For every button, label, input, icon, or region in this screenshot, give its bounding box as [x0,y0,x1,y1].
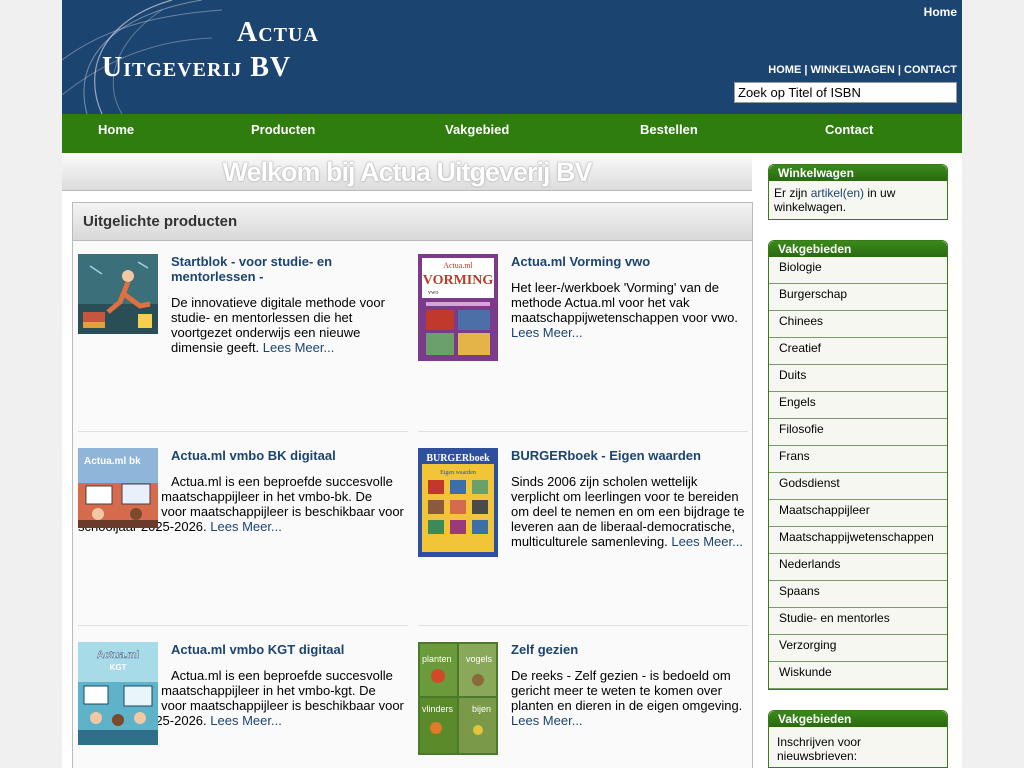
nav-producten[interactable]: Producten [251,122,315,137]
read-more-link[interactable]: Lees Meer... [511,713,583,728]
read-more-link[interactable]: Lees Meer... [511,325,583,340]
welcome-banner: Welkom bij Actua Uitgeverij BV [62,154,752,191]
product-vmbo-kgt: Actua.ml KGT Actua.ml vmbo KGT digitaal … [78,642,408,745]
cover-text: KGT [110,663,127,672]
nav-contact[interactable]: Contact [825,122,873,137]
subjects-title: Vakgebieden [769,241,947,257]
product-title[interactable]: Zelf gezien [511,642,748,657]
subject-item[interactable]: Burgerschap [769,284,947,311]
cover-text: Actua.ml [97,650,139,661]
product-description: Het leer-/werkboek 'Vorming' van de meth… [511,280,738,340]
subject-item[interactable]: Nederlands [769,554,947,581]
product-zelf-gezien: planten vogels vlinders bijen Zelf gezie… [418,642,748,755]
header: Actua Uitgeverij BV Home HOME | WINKELWA… [62,0,962,114]
product-image-vorming[interactable]: Actua.ml VORMING vwo [418,254,498,361]
subject-item[interactable]: Biologie [769,257,947,284]
subject-item[interactable]: Frans [769,446,947,473]
product-title[interactable]: Actua.ml vmbo KGT digitaal [171,642,408,657]
product-image-vmbo-kgt[interactable]: Actua.ml KGT [78,642,158,745]
subject-item[interactable]: Creatief [769,338,947,365]
divider [78,431,408,432]
product-title[interactable]: Actua.ml Vorming vwo [511,254,748,269]
nav-bestellen[interactable]: Bestellen [640,122,698,137]
subject-item[interactable]: Chinees [769,311,947,338]
read-more-link[interactable]: Lees Meer... [210,519,282,534]
subject-item[interactable]: Engels [769,392,947,419]
page-wrapper: Actua Uitgeverij BV Home HOME | WINKELWA… [62,0,962,768]
newsletter-title: Vakgebieden [769,711,947,727]
main-nav: Home Producten Vakgebied Bestellen Conta… [62,114,962,153]
cover-text: vlinders [422,704,454,714]
product-vmbo-bk: Actua.ml bk Actua.ml vmbo BK digitaal Ac… [78,448,408,534]
subject-item[interactable]: Verzorging [769,635,947,662]
product-vorming: Actua.ml VORMING vwo Actua.ml Vorming vw… [418,254,748,361]
product-title[interactable]: BURGERboek - Eigen waarden [511,448,748,463]
cover-text: Actua.ml [443,261,473,270]
featured-heading: Uitgelichte producten [73,203,752,241]
cover-text: vwo [428,290,438,296]
cover-text: BURGERboek [426,453,490,464]
cover-text: vogels [466,654,493,664]
top-link-contact[interactable]: CONTACT [904,64,957,76]
divider [78,625,408,626]
featured-products: Uitgelichte producten Startblok - voor s… [72,202,753,768]
cover-text: Eigen waarden [440,470,476,476]
search-input[interactable] [734,82,957,103]
read-more-link[interactable]: Lees Meer... [671,534,743,549]
subject-item[interactable]: Duits [769,365,947,392]
product-image-burgerboek[interactable]: BURGERboek Eigen waarden [418,448,498,557]
product-description: Sinds 2006 zijn scholen wettelijk verpli… [511,474,745,549]
product-description: De innovatieve digitale methode voor stu… [171,295,385,355]
top-home-link[interactable]: Home [924,5,957,19]
subject-item[interactable]: Godsdienst [769,473,947,500]
main-content: Welkom bij Actua Uitgeverij BV Uitgelich… [62,154,753,768]
product-image-vmbo-bk[interactable]: Actua.ml bk [78,448,158,528]
top-link-home[interactable]: HOME [768,64,801,76]
top-links: HOME | WINKELWAGEN | CONTACT [768,64,957,76]
subjects-box: Vakgebieden Biologie Burgerschap Chinees… [768,240,948,690]
cover-text: Actua.ml bk [84,456,141,467]
logo-line-1[interactable]: Actua [237,17,319,49]
sidebar: Winkelwagen Er zijn artikel(en) in uw wi… [768,164,948,768]
cover-text: bijen [472,704,491,714]
product-description: De reeks - Zelf gezien - is bedoeld om g… [511,668,743,728]
product-image-startblok[interactable] [78,254,158,334]
cart-items-link[interactable]: artikel(en) [811,186,864,200]
nav-home[interactable]: Home [98,122,134,137]
newsletter-box: Vakgebieden Inschrijven voor nieuwsbriev… [768,710,948,768]
cover-text: VORMING [423,273,494,288]
read-more-link[interactable]: Lees Meer... [210,713,282,728]
subject-item[interactable]: Maatschappijwetenschappen [769,527,947,554]
cart-title: Winkelwagen [769,165,947,181]
nav-vakgebied[interactable]: Vakgebied [445,122,509,137]
subject-item[interactable]: Studie- en mentorles [769,608,947,635]
newsletter-text: Inschrijven voor nieuwsbrieven: [777,735,862,763]
subject-item[interactable]: Filosofie [769,419,947,446]
divider [418,625,748,626]
product-title[interactable]: Actua.ml vmbo BK digitaal [171,448,408,463]
welcome-title: Welkom bij Actua Uitgeverij BV [222,157,592,187]
cart-text: Er zijn artikel(en) in uw winkelwagen. [774,186,896,214]
product-title[interactable]: Startblok - voor studie- en mentorlessen… [171,254,408,284]
subject-item[interactable]: Maatschappijleer [769,500,947,527]
subject-item[interactable]: Spaans [769,581,947,608]
cover-text: planten [422,654,452,664]
product-image-zelf-gezien[interactable]: planten vogels vlinders bijen [418,642,498,755]
read-more-link[interactable]: Lees Meer... [263,340,335,355]
top-link-cart[interactable]: WINKELWAGEN [810,64,894,76]
cart-box: Winkelwagen Er zijn artikel(en) in uw wi… [768,164,948,220]
product-startblok: Startblok - voor studie- en mentorlessen… [78,254,408,355]
subject-item[interactable]: Wiskunde [769,662,947,689]
product-burgerboek: BURGERboek Eigen waarden BURGERboek - Ei… [418,448,748,557]
subjects-list: Biologie Burgerschap Chinees Creatief Du… [769,257,947,689]
logo-line-2[interactable]: Uitgeverij BV [102,52,291,84]
divider [418,431,748,432]
